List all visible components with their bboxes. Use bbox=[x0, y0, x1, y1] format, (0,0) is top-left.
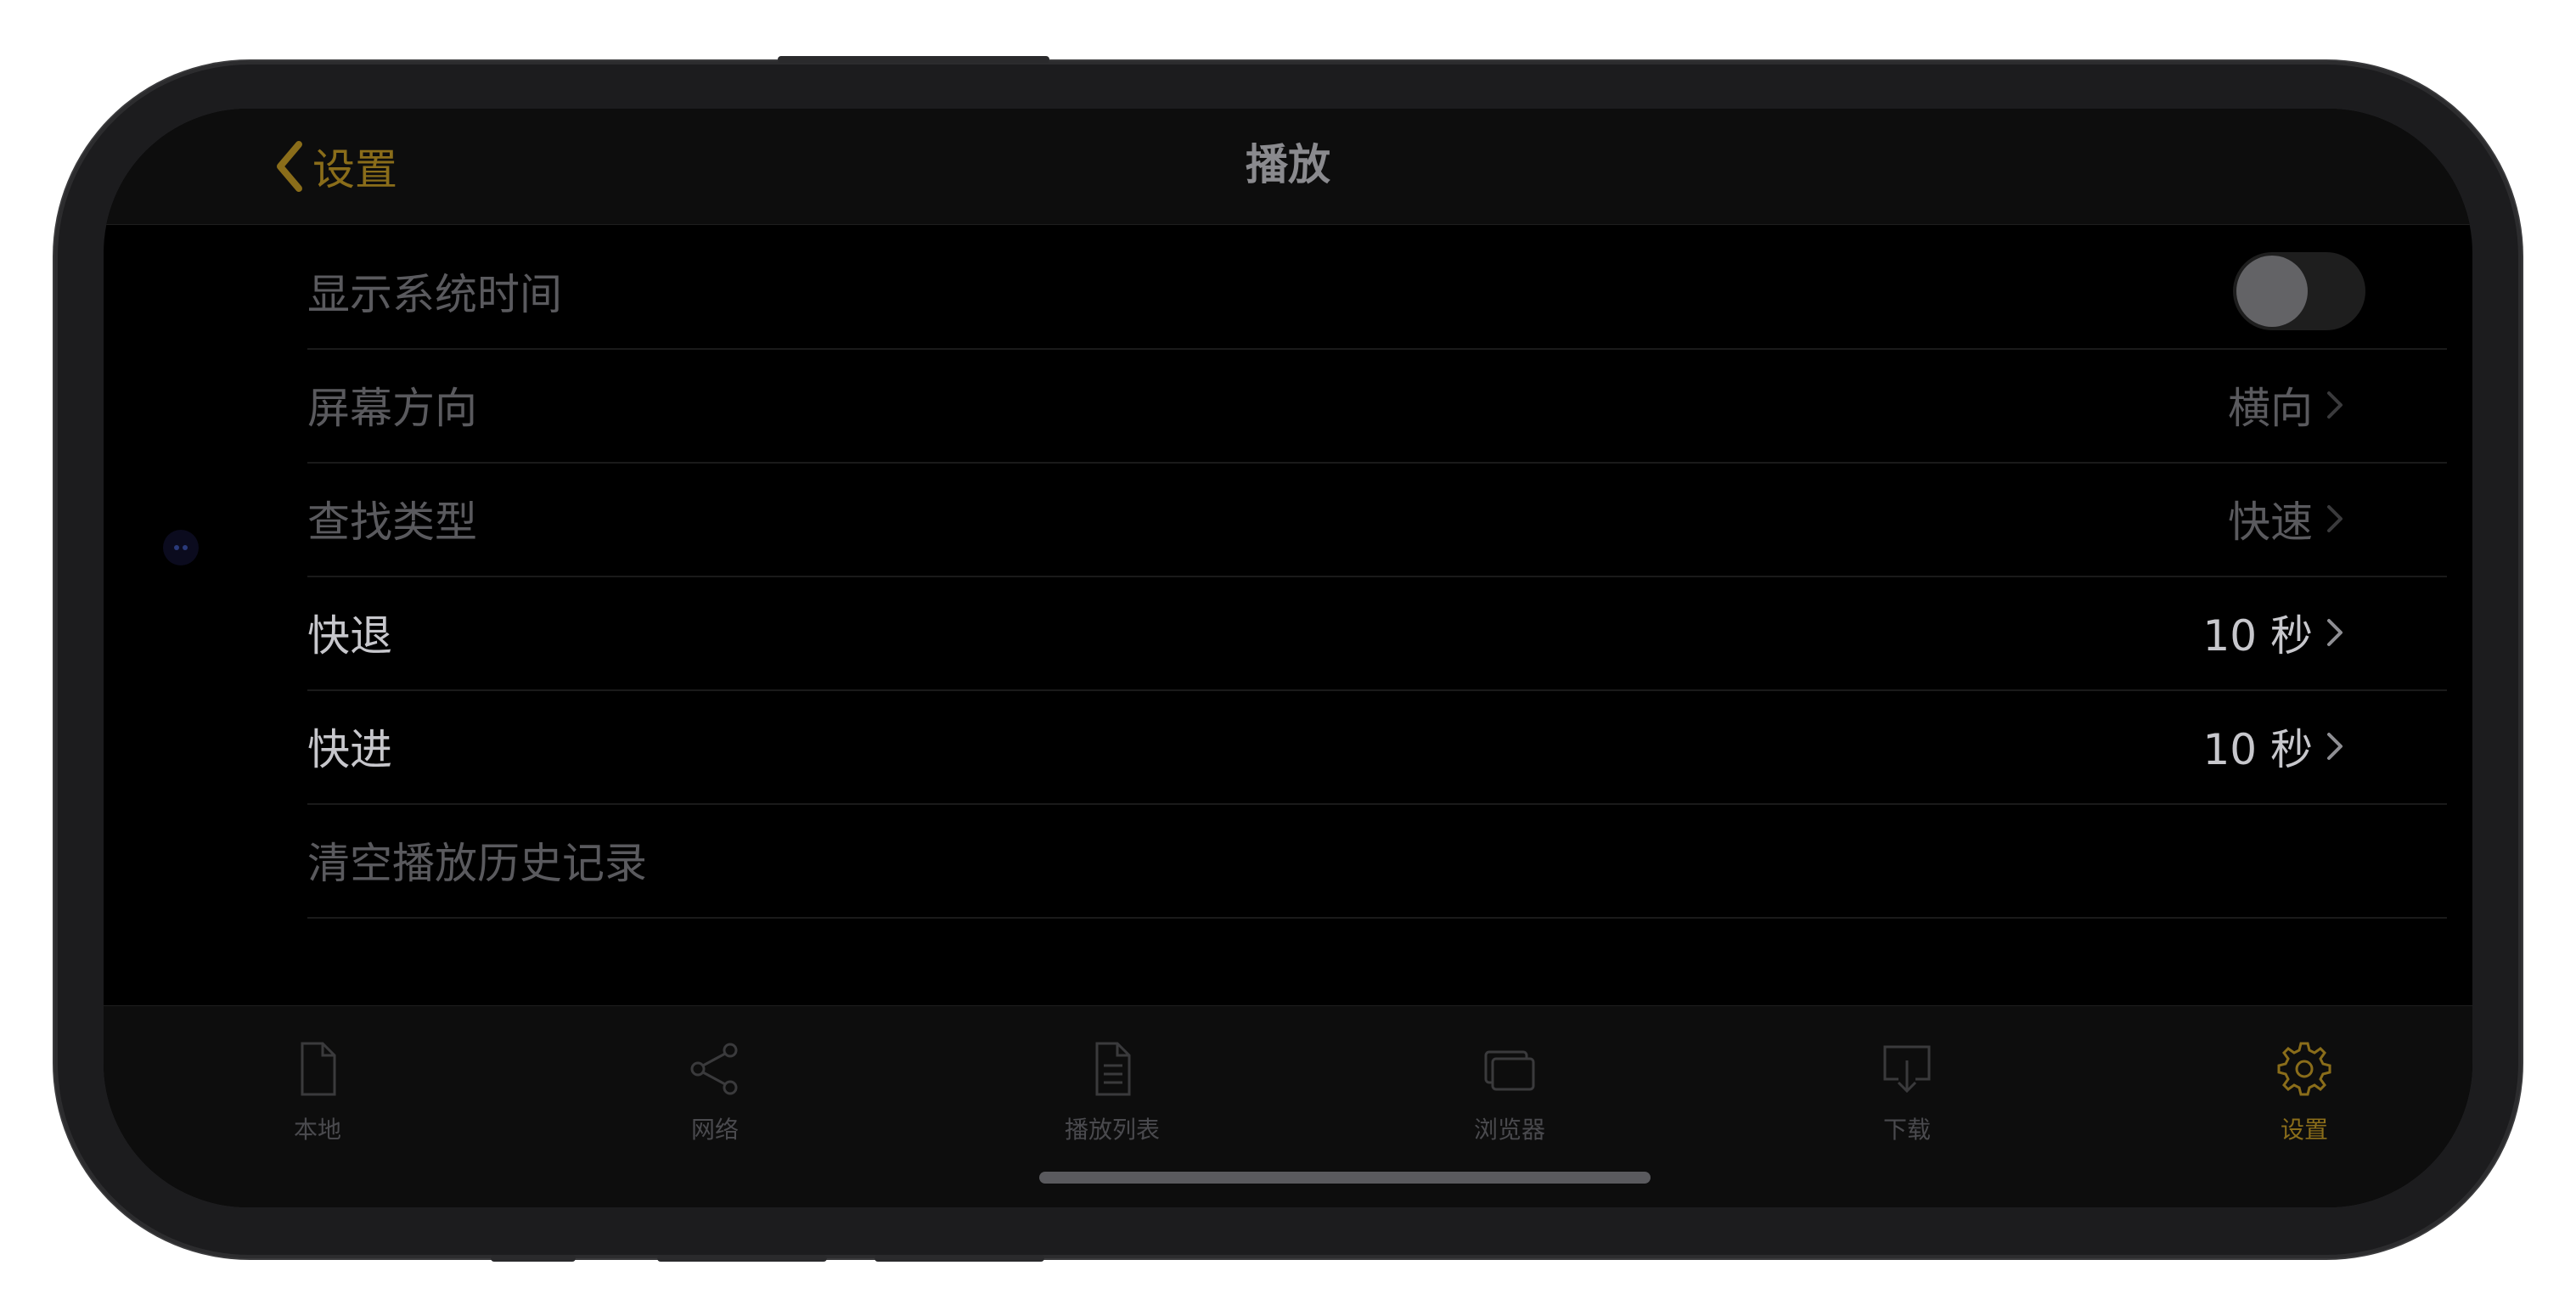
document-icon bbox=[301, 1042, 336, 1096]
device-button bbox=[875, 1255, 1044, 1262]
tab-playlist[interactable]: 播放列表 bbox=[1027, 1038, 1197, 1145]
home-indicator[interactable] bbox=[1039, 1172, 1651, 1184]
clear-history-button[interactable]: 清空播放历史记录 bbox=[307, 830, 2447, 891]
tab-browser[interactable]: 浏览器 bbox=[1425, 1038, 1595, 1145]
setting-label: 快退 bbox=[307, 611, 392, 661]
gear-icon bbox=[2277, 1042, 2331, 1096]
front-camera bbox=[163, 530, 199, 565]
chevron-right-icon bbox=[2327, 619, 2343, 646]
system-time-toggle[interactable] bbox=[2233, 252, 2365, 330]
setting-label: 查找类型 bbox=[307, 498, 477, 547]
screen: 设置 播放 显示系统时间 屏幕方向 横向 查找类型 快速 快退 10 秒 快进 … bbox=[104, 109, 2472, 1207]
setting-row-show-system-time: 显示系统时间 bbox=[307, 234, 2447, 350]
tab-local[interactable]: 本地 bbox=[233, 1038, 402, 1145]
setting-value: 10 秒 bbox=[2202, 725, 2313, 774]
setting-value: 横向 bbox=[2228, 384, 2313, 433]
setting-row-screen-orientation[interactable]: 屏幕方向 横向 bbox=[307, 348, 2447, 464]
device-button bbox=[778, 56, 1049, 63]
setting-row-clear-history[interactable]: 清空播放历史记录 bbox=[307, 803, 2447, 919]
tab-label: 本地 bbox=[293, 1116, 341, 1144]
device-button bbox=[491, 1255, 576, 1262]
camera-lens-icon bbox=[174, 545, 188, 550]
toggle-knob bbox=[2236, 256, 2308, 327]
chevron-right-icon bbox=[2327, 505, 2343, 532]
list-document-icon bbox=[1095, 1042, 1131, 1096]
tab-label: 浏览器 bbox=[1473, 1116, 1545, 1144]
setting-row-seek-type[interactable]: 查找类型 快速 bbox=[307, 462, 2447, 577]
tab-download[interactable]: 下载 bbox=[1822, 1038, 1992, 1145]
tab-label: 下载 bbox=[1882, 1116, 1931, 1144]
setting-row-fast-forward[interactable]: 快进 10 秒 bbox=[307, 689, 2447, 805]
tab-label: 设置 bbox=[2280, 1116, 2328, 1144]
tab-label: 播放列表 bbox=[1064, 1116, 1160, 1144]
navigation-bar: 设置 播放 bbox=[104, 109, 2472, 225]
chevron-right-icon bbox=[2327, 391, 2343, 419]
setting-row-rewind[interactable]: 快退 10 秒 bbox=[307, 576, 2447, 691]
download-tray-icon bbox=[1883, 1045, 1931, 1094]
tab-network[interactable]: 网络 bbox=[630, 1038, 800, 1145]
setting-label: 显示系统时间 bbox=[307, 270, 562, 319]
chevron-right-icon bbox=[2327, 733, 2343, 760]
setting-label: 屏幕方向 bbox=[307, 384, 477, 433]
setting-value: 快速 bbox=[2228, 498, 2313, 547]
tab-settings[interactable]: 设置 bbox=[2219, 1038, 2389, 1145]
share-icon bbox=[690, 1043, 738, 1095]
setting-label: 快进 bbox=[307, 725, 392, 774]
setting-value: 10 秒 bbox=[2202, 611, 2313, 661]
device-button bbox=[657, 1255, 827, 1262]
page-title: 播放 bbox=[1246, 140, 1330, 189]
tab-label: 网络 bbox=[690, 1116, 739, 1144]
windows-icon bbox=[1484, 1050, 1535, 1091]
